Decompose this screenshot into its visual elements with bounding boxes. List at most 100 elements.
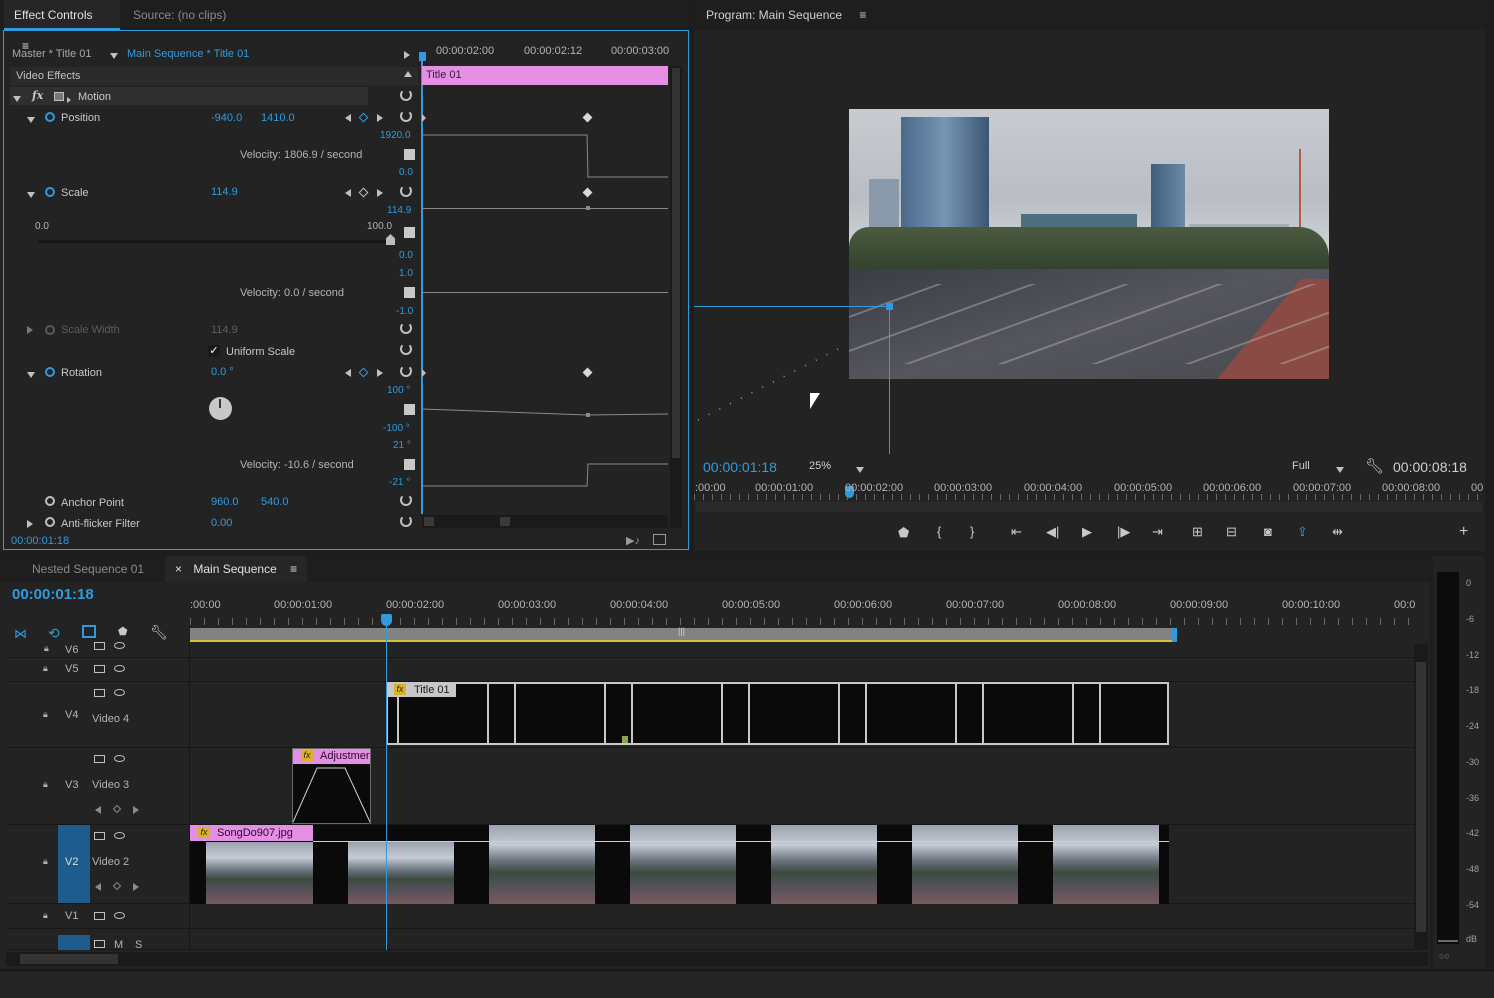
stopwatch-icon[interactable]	[45, 517, 55, 527]
export-icon[interactable]	[653, 534, 666, 545]
go-to-out-icon[interactable]: ⇥	[1152, 524, 1163, 540]
eye-icon[interactable]	[114, 689, 125, 696]
camera-icon[interactable]	[94, 755, 105, 763]
marker-icon[interactable]: ⬟	[118, 625, 128, 638]
panel-menu-icon[interactable]: ≡	[859, 8, 866, 22]
add-button-icon[interactable]: +	[1459, 523, 1468, 541]
ec-scroll-handle[interactable]	[424, 517, 434, 526]
antiflicker-expand-icon[interactable]	[27, 519, 33, 531]
next-keyframe-icon[interactable]	[377, 188, 383, 200]
solo-button[interactable]: S	[135, 939, 142, 951]
snap-icon[interactable]: ⋈	[14, 626, 27, 642]
antiflicker-value[interactable]: 0.00	[211, 517, 232, 529]
rotation-value[interactable]: 0.0 °	[211, 366, 234, 378]
next-keyframe-icon[interactable]	[133, 805, 139, 817]
insert-icon[interactable]: ⇪	[1297, 524, 1308, 540]
camera-icon[interactable]	[94, 642, 105, 650]
track-a1-target[interactable]	[58, 935, 90, 950]
lock-icon[interactable]: 🔒︎	[43, 779, 48, 790]
master-clip-label[interactable]: Master * Title 01	[12, 48, 91, 60]
motion-expand-icon[interactable]	[13, 93, 21, 105]
eye-icon[interactable]	[114, 642, 125, 649]
expand-timeline-icon[interactable]	[404, 50, 410, 62]
camera-icon[interactable]	[94, 832, 105, 840]
wrench-icon[interactable]: 🔧︎	[1365, 457, 1384, 475]
fx-icon[interactable]: fx	[32, 89, 43, 102]
scale-width-expand-icon[interactable]	[27, 325, 33, 337]
lock-icon[interactable]: 🔒︎	[43, 663, 48, 674]
linked-selection-icon[interactable]: ⟲	[48, 625, 60, 642]
ec-timeline-scrollbar[interactable]	[422, 515, 668, 528]
work-area-grip[interactable]: |||	[678, 626, 685, 636]
tab-main-sequence[interactable]: × Main Sequence ≡	[165, 556, 308, 582]
scale-slider-track[interactable]	[38, 240, 394, 243]
sequence-clip-label[interactable]: Main Sequence * Title 01	[127, 48, 249, 60]
timeline-ruler[interactable]	[190, 596, 1415, 630]
go-to-in-icon[interactable]: ⇤	[1011, 524, 1022, 540]
lock-icon[interactable]: 🔒︎	[43, 709, 48, 720]
graph-toggle-icon[interactable]	[404, 227, 415, 238]
camera-icon[interactable]	[94, 665, 105, 673]
prev-keyframe-icon[interactable]	[345, 188, 351, 200]
clip-adjustment[interactable]: fx Adjustmer	[292, 748, 371, 824]
program-video-frame[interactable]	[849, 109, 1329, 379]
tab-program[interactable]: Program: Main Sequence ≡	[696, 0, 876, 30]
clip-songdo[interactable]: fx SongDo907.jpg	[190, 825, 1169, 904]
reset-icon[interactable]	[400, 515, 412, 527]
prev-keyframe-icon[interactable]	[95, 805, 101, 817]
ec-vscroll-thumb[interactable]	[672, 68, 680, 458]
reset-icon[interactable]	[400, 89, 412, 101]
stopwatch-icon[interactable]	[45, 496, 55, 506]
timeline-hscroll-thumb[interactable]	[20, 954, 118, 964]
tab-source[interactable]: Source: (no clips)	[123, 0, 250, 30]
master-dropdown-icon[interactable]	[110, 50, 118, 62]
next-keyframe-icon[interactable]	[133, 882, 139, 894]
stopwatch-icon[interactable]	[45, 112, 55, 122]
timeline-vscroll[interactable]	[1414, 644, 1428, 950]
anchor-handle[interactable]	[886, 303, 893, 310]
mark-out-icon[interactable]: }	[970, 524, 974, 539]
ec-vertical-scrollbar[interactable]	[670, 66, 682, 528]
timeline-hscroll[interactable]	[6, 952, 1428, 966]
comparison-view-icon[interactable]: ⇹	[1332, 524, 1343, 540]
next-keyframe-icon[interactable]	[377, 113, 383, 125]
eye-icon[interactable]	[114, 665, 125, 672]
timeline-vscroll-thumb[interactable]	[1416, 662, 1426, 932]
stopwatch-icon[interactable]	[45, 367, 55, 377]
ec-timecode[interactable]: 00:00:01:18	[11, 535, 69, 547]
prev-keyframe-icon[interactable]	[345, 368, 351, 380]
add-keyframe-icon[interactable]	[112, 804, 122, 814]
reset-icon[interactable]	[400, 494, 412, 506]
reset-icon[interactable]	[400, 365, 412, 377]
lock-icon[interactable]: 🔒︎	[44, 643, 49, 654]
rotation-dial[interactable]	[209, 397, 232, 420]
keyframe-start-icon[interactable]	[422, 368, 426, 380]
lock-icon[interactable]: 🔒︎	[43, 856, 48, 867]
add-keyframe-icon[interactable]	[112, 881, 122, 891]
reset-icon[interactable]	[400, 185, 412, 197]
zoom-select[interactable]: 25%	[803, 459, 869, 475]
uniform-scale-checkbox[interactable]: ✓	[208, 345, 220, 357]
mark-in-icon[interactable]: {	[937, 524, 941, 539]
scale-value[interactable]: 114.9	[211, 186, 238, 198]
position-x-value[interactable]: -940.0	[211, 112, 242, 124]
ec-ruler[interactable]: 00:00:02:00 00:00:02:12 00:00:03:00	[421, 42, 669, 62]
camera-icon[interactable]	[94, 912, 105, 920]
anchor-y-value[interactable]: 540.0	[261, 496, 289, 508]
lock-icon[interactable]: 🔒︎	[43, 910, 48, 921]
add-marker-icon[interactable]: ⬟	[898, 525, 909, 541]
program-ruler-bar[interactable]	[696, 502, 1482, 512]
position-y-value[interactable]: 1410.0	[261, 112, 295, 124]
step-back-icon[interactable]: ◀|	[1046, 524, 1059, 540]
anchor-x-value[interactable]: 960.0	[211, 496, 239, 508]
position-expand-icon[interactable]	[27, 114, 35, 126]
export-frame-icon[interactable]: ◙	[1264, 524, 1272, 539]
add-marker-timeline-icon[interactable]	[82, 625, 96, 638]
reset-icon[interactable]	[400, 110, 412, 122]
play-icon[interactable]: ▶	[1082, 524, 1092, 540]
graph-toggle-icon[interactable]	[404, 149, 415, 160]
collapse-up-icon[interactable]	[404, 71, 412, 77]
scale-expand-icon[interactable]	[27, 189, 35, 201]
prev-keyframe-icon[interactable]	[95, 882, 101, 894]
keyframe-start-icon[interactable]	[422, 113, 426, 125]
